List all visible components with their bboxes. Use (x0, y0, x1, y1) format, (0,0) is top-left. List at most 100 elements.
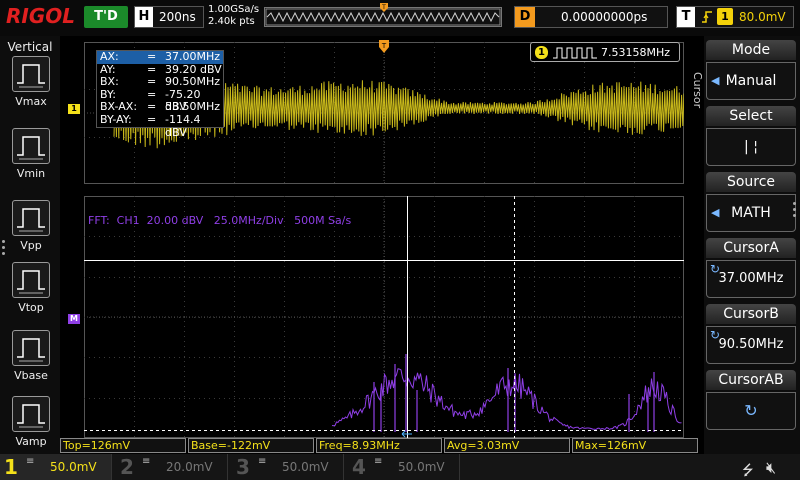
dc-coupling-icon: ≡ (26, 456, 35, 467)
timebase-value: 200ns (159, 10, 196, 24)
svg-text:T: T (381, 42, 387, 50)
ch1-offset-marker[interactable]: 1 (68, 104, 80, 114)
softkey-source[interactable]: Source ◀ MATH (706, 172, 796, 232)
softkey-title: Mode (706, 40, 796, 60)
counter-channel-badge: 1 (535, 46, 548, 59)
readout-key: BX: (100, 75, 119, 89)
cursor-readout-table: AX: = 37.00MHz AY: = 39.20 dBV BX: = 90.50MHz BY:… (96, 50, 224, 138)
cursor-readout-row: AX: = 37.00MHz (97, 50, 223, 64)
measurement-results-bar: Top=126mV Base=-122mV Freq=8.93MHz Avg=3.03… (60, 438, 700, 453)
measurement-result: Avg=3.03mV (444, 438, 570, 453)
trigger-source-badge: 1 (717, 8, 733, 25)
trigger-status-badge[interactable]: T'D (84, 6, 128, 28)
softkey-select[interactable]: Select | ¦ (706, 106, 796, 166)
softkey-title: Select (706, 106, 796, 126)
delay-label: D (515, 7, 535, 27)
softkey-value: 90.50MHz (718, 337, 784, 352)
vbase-icon (12, 330, 50, 366)
rising-edge-icon (701, 9, 713, 30)
readout-value: -114.4 dBV (165, 112, 201, 139)
dc-coupling-icon: ≡ (142, 456, 151, 467)
softkey-value-box: | ¦ (706, 128, 796, 166)
softkey-value: MATH (731, 205, 771, 221)
channel-4-status[interactable]: 4 ≡ 50.0mV (348, 454, 460, 480)
readout-key: AX: (100, 50, 119, 63)
channel-status-bar: 1 ≡ 50.0mV 2 ≡ 20.0mV 3 ≡ 50.0mV 4 ≡ 50.0mV (0, 454, 800, 480)
measure-item-vmin[interactable]: Vmin (11, 128, 51, 182)
softkey-cursora[interactable]: CursorA ↻ 37.00MHz (706, 238, 796, 298)
readout-eq: = (147, 75, 157, 89)
measure-item-vbase[interactable]: Vbase (11, 330, 51, 384)
vamp-icon (12, 396, 50, 432)
measure-item-vtop[interactable]: Vtop (11, 262, 51, 316)
sample-rate: 1.00GSa/s (208, 4, 260, 15)
softkey-value: | ¦ (744, 139, 758, 155)
measurement-result: Freq=8.93MHz (316, 438, 442, 453)
counter-value: 7.53158MHz (601, 46, 671, 59)
trigger-position-icon[interactable]: T (378, 40, 390, 54)
channel-number: 3 (236, 455, 250, 479)
channel-scale: 50.0mV (50, 460, 97, 474)
readout-value: 37.00MHz (165, 50, 221, 63)
fft-grid (84, 196, 684, 438)
memory-depth: 2.40k pts (208, 16, 255, 27)
channel-scale: 50.0mV (282, 460, 329, 474)
sidebar-title: Vertical (7, 40, 53, 54)
delay-value: 0.00000000ps (561, 10, 648, 24)
measure-item-vamp[interactable]: Vamp (11, 396, 51, 450)
channel-number: 2 (120, 455, 134, 479)
delay-box[interactable]: D 0.00000000ps (514, 6, 668, 28)
math-offset-marker[interactable]: M (68, 314, 80, 324)
channel-scale: 20.0mV (166, 460, 213, 474)
speaker-mute-icon[interactable]: 🔇︎ (766, 458, 776, 478)
trigger-box[interactable]: T 1 80.0mV (676, 6, 794, 28)
softkey-mode[interactable]: Mode ◀ Manual (706, 40, 796, 100)
softkey-cursorab[interactable]: CursorAB ↻ (706, 370, 796, 430)
frequency-counter: 1 7.53158MHz (530, 42, 680, 62)
measure-item-label: Vbase (14, 369, 48, 382)
measure-item-label: Vamp (15, 435, 47, 448)
readout-key: BY-AY: (100, 112, 132, 126)
memory-overview-strip[interactable]: T (264, 3, 502, 27)
softkey-value-box: ◀ MATH (706, 194, 796, 232)
timebase-box[interactable]: H 200ns (134, 6, 204, 28)
readout-value: 90.50MHz (165, 75, 221, 89)
measure-item-label: Vmin (16, 167, 46, 180)
fft-math-view[interactable] (84, 196, 684, 438)
usb-icon: ⭍ (742, 463, 754, 479)
softkey-value-box: ↻ 90.50MHz (706, 326, 796, 364)
channel-scale: 50.0mV (398, 460, 445, 474)
page-dots-icon (2, 240, 6, 258)
menu-arrow-icon: ◀ (711, 206, 720, 219)
readout-eq: = (147, 50, 157, 63)
brand-logo: RIGOL (6, 4, 76, 28)
channel-number: 1 (4, 455, 18, 479)
channel-1-status[interactable]: 1 ≡ 50.0mV (0, 454, 112, 480)
softkey-title: CursorB (706, 304, 796, 324)
measure-item-vpp[interactable]: Vpp (11, 200, 51, 254)
softkey-title: CursorA (706, 238, 796, 258)
vmin-icon (12, 128, 50, 164)
cursor-readout-row: BY-AY: = -114.4 dBV (97, 112, 223, 138)
measure-item-label: Vpp (20, 239, 42, 252)
softkey-value-box: ◀ Manual (706, 62, 796, 100)
square-wave-icon (553, 47, 597, 59)
vtop-icon (12, 262, 50, 298)
softkey-title: CursorAB (706, 370, 796, 390)
channel-2-status[interactable]: 2 ≡ 20.0mV (116, 454, 228, 480)
softkey-value-box: ↻ 37.00MHz (706, 260, 796, 298)
dc-coupling-icon: ≡ (258, 456, 267, 467)
measure-item-vmax[interactable]: Vmax (11, 56, 51, 110)
timebase-label: H (135, 7, 153, 27)
channel-3-status[interactable]: 3 ≡ 50.0mV (232, 454, 344, 480)
acquisition-info: 1.00GSa/s 2.40k pts (208, 4, 259, 28)
top-status-bar: RIGOL T'D H 200ns 1.00GSa/s 2.40k pts T … (0, 0, 800, 36)
measurement-result: Base=-122mV (188, 438, 314, 453)
trigger-label: T (677, 7, 695, 27)
measurement-result: Top=126mV (60, 438, 186, 453)
readout-eq: = (147, 112, 157, 126)
softkey-cursorb[interactable]: CursorB ↻ 90.50MHz (706, 304, 796, 364)
menu-page-dots-icon (793, 202, 798, 220)
cursor-readout-row: BX: = 90.50MHz (97, 76, 223, 89)
softkey-value-box: ↻ (706, 392, 796, 430)
